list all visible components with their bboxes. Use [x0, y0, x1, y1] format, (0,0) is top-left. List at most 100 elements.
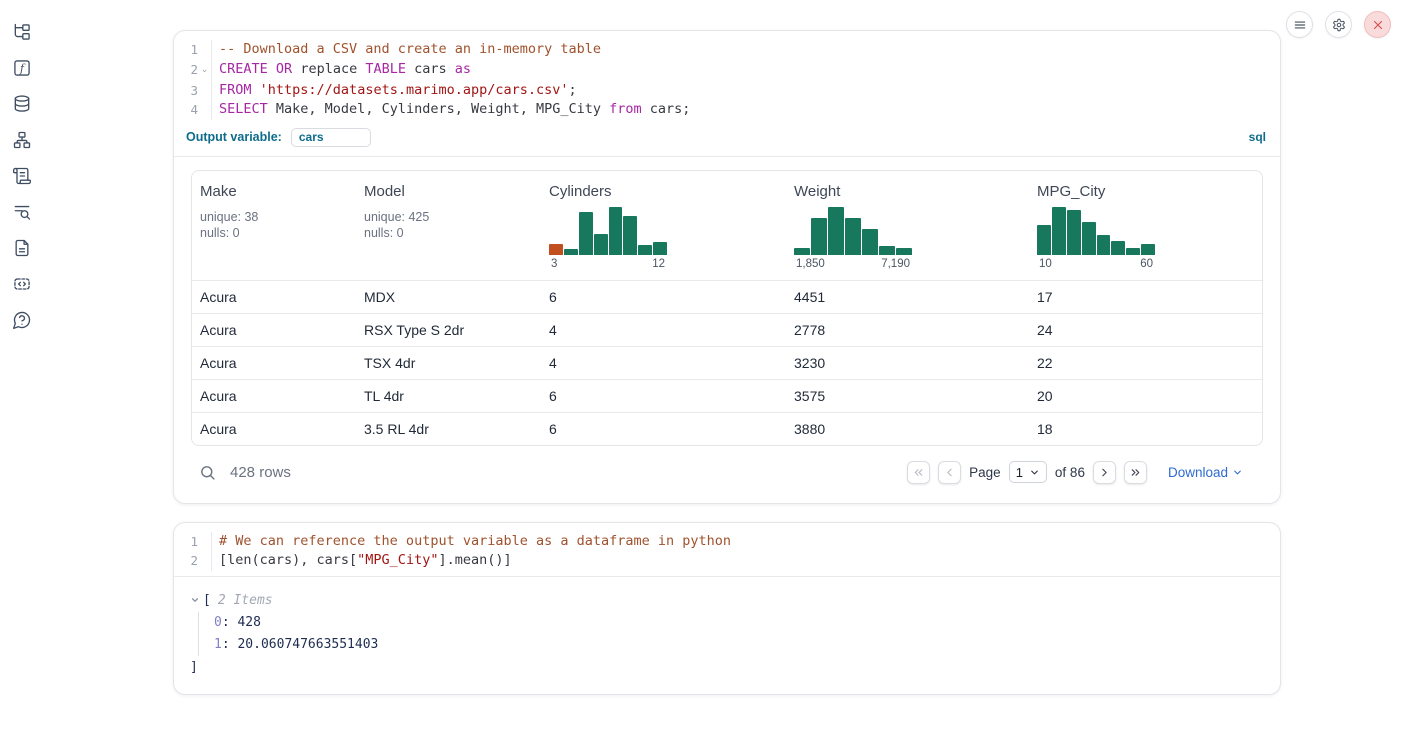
- column-stats: unique: 425 nulls: 0: [364, 209, 533, 242]
- chevron-right-icon: [1098, 466, 1111, 479]
- settings-button[interactable]: [1325, 11, 1352, 38]
- notebook: 1-- Download a CSV and create an in-memo…: [173, 30, 1281, 695]
- table-row[interactable]: Acura TSX 4dr 4 3230 22: [192, 346, 1262, 379]
- mpg-city-histogram[interactable]: 10 60: [1037, 207, 1155, 270]
- histogram-bar[interactable]: [1097, 235, 1111, 254]
- documentation-icon[interactable]: [12, 238, 32, 258]
- variables-icon[interactable]: f: [12, 58, 32, 78]
- histogram-axis-labels: 3 12: [549, 258, 667, 270]
- column-header-model[interactable]: Model unique: 425 nulls: 0: [356, 171, 541, 280]
- gutter: 3: [174, 81, 212, 101]
- close-icon: [1371, 18, 1385, 32]
- column-header-make[interactable]: Make unique: 38 nulls: 0: [192, 171, 356, 280]
- histogram-bar[interactable]: [862, 229, 878, 254]
- language-badge: sql: [1249, 130, 1266, 144]
- histogram-bar[interactable]: [896, 248, 912, 255]
- gutter: 4: [174, 100, 212, 120]
- histogram-bar[interactable]: [1082, 222, 1096, 255]
- code-line[interactable]: 1-- Download a CSV and create an in-memo…: [174, 40, 1280, 60]
- download-button[interactable]: Download: [1168, 465, 1243, 480]
- histogram-bar[interactable]: [794, 248, 810, 255]
- histogram-bar[interactable]: [1052, 207, 1066, 255]
- code-line[interactable]: 1# We can reference the output variable …: [174, 532, 1280, 552]
- histogram-axis-labels: 10 60: [1037, 258, 1155, 270]
- previous-page-button[interactable]: [938, 461, 961, 484]
- menu-button[interactable]: [1286, 11, 1313, 38]
- histogram-bar[interactable]: [1067, 210, 1081, 254]
- histogram-bar[interactable]: [1037, 225, 1051, 255]
- first-page-button[interactable]: [907, 461, 930, 484]
- table-row[interactable]: Acura MDX 6 4451 17: [192, 280, 1262, 313]
- python-cell-output: [ 2 Items 0: 428 1: 20.060747663551403 ]: [174, 577, 1280, 694]
- column-stats: unique: 38 nulls: 0: [200, 209, 348, 242]
- column-title: Weight: [794, 183, 1021, 200]
- table-row[interactable]: Acura RSX Type S 2dr 4 2778 24: [192, 313, 1262, 346]
- gutter: 2: [174, 551, 212, 571]
- sql-code-editor[interactable]: 1-- Download a CSV and create an in-memo…: [174, 31, 1280, 125]
- column-title: Cylinders: [549, 183, 778, 200]
- code-text: [len(cars), cars["MPG_City"].mean()]: [212, 551, 512, 571]
- list-item: 0: 428: [214, 612, 1264, 634]
- histogram-bar[interactable]: [1111, 241, 1125, 254]
- table-row[interactable]: Acura 3.5 RL 4dr 6 3880 18: [192, 412, 1262, 445]
- histogram-bar[interactable]: [638, 245, 652, 255]
- chevrons-right-icon: [1129, 466, 1142, 479]
- code-line[interactable]: 4SELECT Make, Model, Cylinders, Weight, …: [174, 100, 1280, 120]
- histogram-bar[interactable]: [609, 207, 623, 255]
- help-icon[interactable]: [12, 310, 32, 330]
- file-explorer-icon[interactable]: [12, 22, 32, 42]
- weight-histogram[interactable]: 1,850 7,190: [794, 207, 912, 270]
- table-row[interactable]: Acura TL 4dr 6 3575 20: [192, 379, 1262, 412]
- code-text: SELECT Make, Model, Cylinders, Weight, M…: [212, 100, 690, 120]
- column-header-mpg-city[interactable]: MPG_City 10 60: [1029, 171, 1262, 280]
- histogram-axis-labels: 1,850 7,190: [794, 258, 912, 270]
- chevron-down-icon: [1232, 467, 1243, 478]
- items-count: 2 Items: [218, 590, 273, 611]
- sidebar: f: [0, 0, 44, 729]
- table-header-row: Make unique: 38 nulls: 0 Model unique: 4…: [192, 171, 1262, 280]
- histogram-bar[interactable]: [623, 216, 637, 254]
- gear-icon: [1332, 18, 1346, 32]
- histogram-bar[interactable]: [828, 207, 844, 255]
- histogram-bar[interactable]: [811, 218, 827, 254]
- topbar-actions: [1286, 11, 1391, 38]
- histogram-bar[interactable]: [1141, 244, 1155, 254]
- chevrons-left-icon: [912, 466, 925, 479]
- close-bracket: ]: [190, 657, 1264, 678]
- code-line[interactable]: 2⌄CREATE OR replace TABLE cars as: [174, 60, 1280, 81]
- collapse-chevron-icon[interactable]: [190, 595, 200, 605]
- histogram-bar[interactable]: [564, 249, 578, 255]
- output-variable-input[interactable]: [291, 128, 371, 147]
- histogram-bar[interactable]: [549, 244, 563, 255]
- last-page-button[interactable]: [1124, 461, 1147, 484]
- list-item: 1: 20.060747663551403: [214, 634, 1264, 656]
- histogram-bar[interactable]: [653, 242, 667, 255]
- gutter: 1: [174, 532, 212, 552]
- dependency-graph-icon[interactable]: [12, 130, 32, 150]
- histogram-bar[interactable]: [579, 212, 593, 254]
- data-sources-icon[interactable]: [12, 94, 32, 114]
- column-header-cylinders[interactable]: Cylinders 3 12: [541, 171, 786, 280]
- code-line[interactable]: 3FROM 'https://datasets.marimo.app/cars.…: [174, 81, 1280, 101]
- histogram-bar[interactable]: [879, 246, 895, 255]
- close-button[interactable]: [1364, 11, 1391, 38]
- next-page-button[interactable]: [1093, 461, 1116, 484]
- histogram-bar[interactable]: [845, 218, 861, 254]
- output-variable-label: Output variable:: [186, 130, 282, 144]
- snippets-icon[interactable]: [12, 274, 32, 294]
- histogram-bar[interactable]: [594, 234, 608, 254]
- fold-chevron-icon[interactable]: ⌄: [198, 60, 211, 81]
- code-line[interactable]: 2[len(cars), cars["MPG_City"].mean()]: [174, 551, 1280, 571]
- cylinders-histogram[interactable]: 3 12: [549, 207, 667, 270]
- scratchpad-icon[interactable]: [12, 166, 32, 186]
- list-entries: 0: 428 1: 20.060747663551403: [198, 612, 1264, 656]
- python-code-editor[interactable]: 1# We can reference the output variable …: [174, 523, 1280, 576]
- code-text: FROM 'https://datasets.marimo.app/cars.c…: [212, 81, 577, 101]
- histogram-bar[interactable]: [1126, 248, 1140, 254]
- code-text: # We can reference the output variable a…: [212, 532, 731, 552]
- search-icon[interactable]: [199, 464, 216, 481]
- page-label: Page: [969, 465, 1001, 480]
- page-select[interactable]: 1: [1009, 461, 1047, 483]
- column-header-weight[interactable]: Weight 1,850 7,190: [786, 171, 1029, 280]
- logs-icon[interactable]: [12, 202, 32, 222]
